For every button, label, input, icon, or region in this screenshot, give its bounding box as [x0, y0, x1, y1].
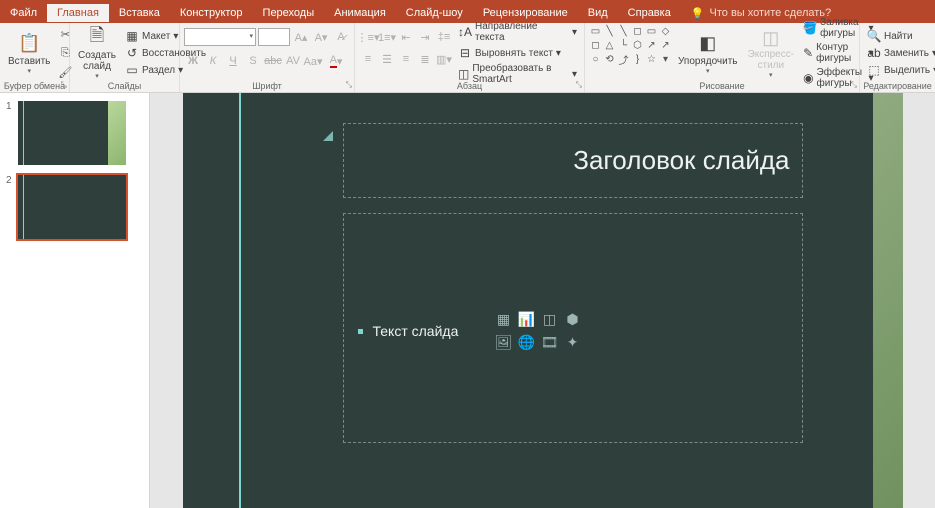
shrink-font-button[interactable]: A▾ — [312, 28, 330, 46]
decrease-indent-button[interactable]: ⇤ — [397, 28, 415, 46]
group-label-font: Шрифт — [180, 81, 354, 91]
replace-icon: ab — [867, 46, 881, 60]
workspace: 1 2 Заголовок слайда ▦ 📊 ◫ — [0, 93, 935, 508]
group-label-drawing: Рисование — [585, 81, 859, 91]
select-button[interactable]: ⬚Выделить ▾ — [864, 62, 935, 78]
quick-styles-icon: ◫ — [759, 27, 783, 49]
quick-styles-button[interactable]: ◫ Экспресс-стили ▾ — [744, 25, 799, 81]
font-launcher[interactable]: ⤡ — [346, 80, 352, 90]
numbering-button[interactable]: 1≡▾ — [378, 28, 396, 46]
align-text-button[interactable]: ⊟Выровнять текст ▾ — [455, 45, 580, 61]
clear-formatting-button[interactable]: A̷ — [332, 28, 350, 46]
insert-3d-icon[interactable]: ⬢ — [563, 309, 583, 329]
reset-icon: ↺ — [125, 46, 139, 60]
new-slide-icon: 🗎 — [85, 26, 109, 50]
insert-icon-icon[interactable]: ✦ — [563, 332, 583, 352]
fill-icon: 🪣 — [803, 21, 817, 35]
group-label-editing: Редактирование — [860, 81, 935, 91]
thumb-num: 1 — [6, 101, 14, 165]
slide-editor: Заголовок слайда ▦ 📊 ◫ ⬢ 🖼 🌐 🎞 ✦ Текст с… — [150, 93, 935, 508]
insert-table-icon[interactable]: ▦ — [494, 309, 514, 329]
replace-button[interactable]: abЗаменить ▾ — [864, 45, 935, 61]
clipboard-icon: 📋 — [17, 32, 41, 56]
tab-insert[interactable]: Вставка — [109, 4, 170, 22]
group-label-slides: Слайды — [70, 81, 179, 91]
align-right-button[interactable]: ≡ — [397, 50, 415, 68]
bullets-button[interactable]: ⋮≡▾ — [359, 28, 377, 46]
arrange-icon: ◧ — [696, 32, 720, 56]
content-placeholder[interactable]: ▦ 📊 ◫ ⬢ 🖼 🌐 🎞 ✦ Текст слайда — [343, 213, 803, 443]
section-icon: ▭ — [125, 63, 139, 77]
arrange-button[interactable]: ◧ Упорядочить ▾ — [674, 25, 742, 81]
thumbnails-panel: 1 2 — [0, 93, 150, 508]
tab-design[interactable]: Конструктор — [170, 4, 253, 22]
line-spacing-button[interactable]: ‡≡ — [435, 28, 453, 46]
strikethrough-button[interactable]: abc — [264, 52, 282, 70]
change-case-button[interactable]: Aa▾ — [304, 52, 322, 70]
paste-button[interactable]: 📋 Вставить ▾ — [4, 25, 54, 81]
align-center-button[interactable]: ☰ — [378, 50, 396, 68]
content-insert-icons: ▦ 📊 ◫ ⬢ 🖼 🌐 🎞 ✦ — [494, 309, 583, 352]
align-text-icon: ⊟ — [458, 46, 472, 60]
search-icon: 🔍 — [867, 29, 881, 43]
tab-help[interactable]: Справка — [618, 4, 681, 22]
font-color-button[interactable]: A▾ — [324, 52, 348, 70]
font-family-combo[interactable]: ▾ — [184, 28, 256, 46]
slide-thumbnail-2[interactable] — [18, 175, 126, 239]
smartart-icon: ◫ — [458, 67, 469, 81]
theme-corner-accent — [323, 131, 333, 141]
columns-button[interactable]: ▥▾ — [435, 50, 453, 68]
font-size-combo[interactable] — [258, 28, 290, 46]
align-left-button[interactable]: ≡ — [359, 50, 377, 68]
insert-chart-icon[interactable]: 📊 — [517, 309, 537, 329]
outline-icon: ✎ — [803, 46, 813, 60]
thumb-num: 2 — [6, 175, 14, 239]
new-slide-button[interactable]: 🗎 Создать слайд ▾ — [74, 25, 120, 81]
group-label-paragraph: Абзац — [355, 81, 584, 91]
content-placeholder-text: Текст слайда — [373, 323, 459, 339]
increase-indent-button[interactable]: ⇥ — [416, 28, 434, 46]
tab-file[interactable]: Файл — [0, 4, 47, 22]
char-spacing-button[interactable]: AV — [284, 52, 302, 70]
tab-view[interactable]: Вид — [578, 4, 618, 22]
bullet-marker — [358, 329, 363, 334]
lightbulb-icon: 💡 — [691, 7, 705, 20]
ribbon: 📋 Вставить ▾ ✂ ⎘ 🖌 Буфер обмена ⤡ 🗎 Созд… — [0, 23, 935, 93]
title-placeholder[interactable]: Заголовок слайда — [343, 123, 803, 198]
slide-canvas[interactable]: Заголовок слайда ▦ 📊 ◫ ⬢ 🖼 🌐 🎞 ✦ Текст с… — [183, 93, 903, 508]
find-button[interactable]: 🔍Найти — [864, 28, 935, 44]
drawing-launcher[interactable]: ⤡ — [851, 80, 857, 90]
grow-font-button[interactable]: A▴ — [292, 28, 310, 46]
insert-video-icon[interactable]: 🎞 — [540, 332, 560, 352]
tab-home[interactable]: Главная — [47, 4, 109, 22]
text-direction-icon: ↕A — [458, 25, 472, 39]
select-icon: ⬚ — [867, 63, 881, 77]
insert-smartart-icon[interactable]: ◫ — [540, 309, 560, 329]
insert-picture-icon[interactable]: 🖼 — [494, 332, 514, 352]
slide-thumbnail-1[interactable] — [18, 101, 126, 165]
clipboard-launcher[interactable]: ⤡ — [61, 80, 67, 90]
text-direction-button[interactable]: ↕AНаправление текста ▾ — [455, 20, 580, 44]
shapes-gallery[interactable]: ▭╲╲◻▭◇ ◻△└⬡↗↗ ○⟲⤴}☆▾ — [589, 25, 672, 81]
underline-button[interactable]: Ч — [224, 52, 242, 70]
layout-icon: ▦ — [125, 29, 139, 43]
theme-accent-line — [239, 93, 241, 508]
tab-animations[interactable]: Анимация — [324, 4, 396, 22]
title-placeholder-text: Заголовок слайда — [573, 145, 789, 176]
italic-button[interactable]: К — [204, 52, 222, 70]
shadow-button[interactable]: S — [244, 52, 262, 70]
group-label-clipboard: Буфер обмена — [0, 81, 69, 91]
justify-button[interactable]: ≣ — [416, 50, 434, 68]
insert-online-picture-icon[interactable]: 🌐 — [517, 332, 537, 352]
bold-button[interactable]: Ж — [184, 52, 202, 70]
theme-gradient — [873, 93, 903, 508]
tab-transitions[interactable]: Переходы — [253, 4, 325, 22]
paragraph-launcher[interactable]: ⤡ — [576, 80, 582, 90]
